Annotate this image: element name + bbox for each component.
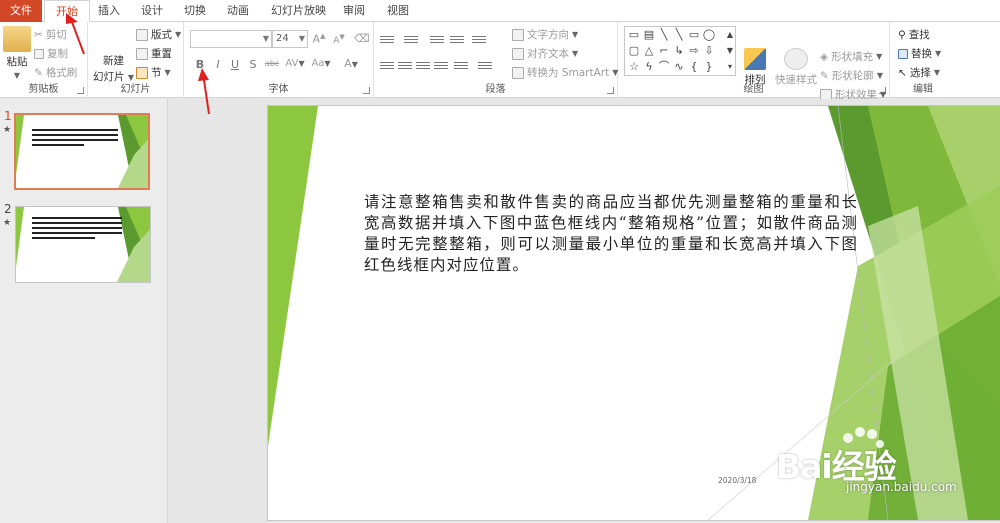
watermark-url: jingyan.baidu.com [846,480,957,494]
annotation-arrow-to-home-tab [66,13,85,55]
powerpoint-window: 文件 开始 插入 设计 切换 动画 幻灯片放映 审阅 视图 粘贴 ▼ ✂ 剪切 复… [0,0,1000,523]
annotation-arrow-to-bold [198,68,210,115]
